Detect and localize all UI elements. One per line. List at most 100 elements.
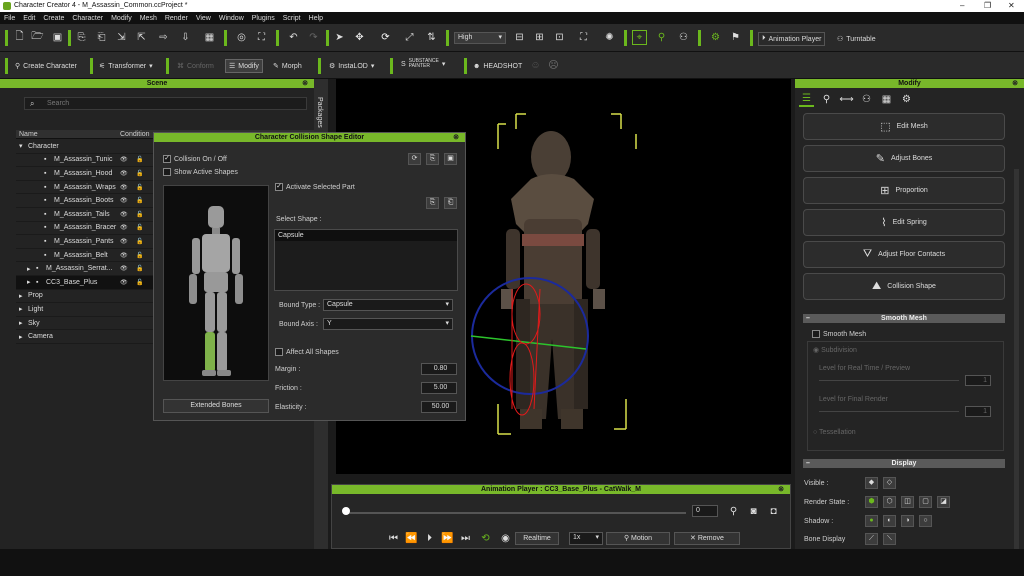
eye-icon[interactable]: 👁 bbox=[120, 184, 128, 191]
face-icon[interactable]: ☺ bbox=[528, 58, 543, 73]
lock-icon[interactable]: 🔓 bbox=[136, 279, 143, 286]
camera-record-icon[interactable]: ◙ bbox=[746, 504, 761, 519]
timeline-track[interactable] bbox=[346, 512, 686, 514]
tab-bone-icon[interactable]: ⟷ bbox=[839, 92, 854, 107]
conform-button[interactable]: ⌘ Conform bbox=[174, 59, 217, 73]
bound-type-dropdown[interactable]: Capsule ▾ bbox=[323, 299, 453, 311]
scene-tree-row[interactable]: ▪ M_Assassin_Bracer 👁 🔓 bbox=[16, 222, 154, 236]
tab-checker-icon[interactable]: ▦ bbox=[879, 92, 894, 107]
elasticity-input[interactable]: 50.00 bbox=[421, 401, 457, 413]
export-icon[interactable]: ⎗ bbox=[94, 30, 109, 45]
scene-tree-row[interactable]: ▪ M_Assassin_Belt 👁 🔓 bbox=[16, 249, 154, 263]
instalod-button[interactable]: ⚙ InstaLOD ▾ bbox=[326, 59, 377, 73]
close-icon[interactable]: ⊗ bbox=[302, 79, 308, 88]
eye-icon[interactable]: 👁 bbox=[120, 279, 128, 286]
close-icon[interactable]: ⊗ bbox=[778, 485, 784, 494]
menu-character[interactable]: Character bbox=[72, 15, 103, 22]
new-file-icon[interactable]: 🗋 bbox=[12, 30, 27, 45]
prev-frame-icon[interactable]: ⏪ bbox=[404, 531, 419, 546]
save-icon[interactable]: ▣ bbox=[444, 153, 457, 165]
eye-icon[interactable]: 👁 bbox=[120, 197, 128, 204]
render-icon[interactable]: ▦ bbox=[202, 30, 217, 45]
scene-tree-row[interactable]: ▪ M_Assassin_Boots 👁 🔓 bbox=[16, 194, 154, 208]
lvl-final-input[interactable]: 1 bbox=[965, 406, 991, 417]
render-box-icon[interactable]: ▢ bbox=[919, 496, 932, 508]
load-icon[interactable]: ⎘ bbox=[426, 153, 439, 165]
scene-tree-row[interactable]: ▪ M_Assassin_Tunic 👁 🔓 bbox=[16, 154, 154, 168]
expand-arrow-icon[interactable]: ▸ bbox=[19, 333, 28, 341]
substance-painter-button[interactable]: S SUBSTANCE PAINTER ▾ bbox=[398, 57, 448, 71]
tab-gear-icon[interactable]: ⚙ bbox=[899, 92, 914, 107]
modify-action-button[interactable]: ⌇ Edit Spring bbox=[803, 209, 1005, 236]
scene-tree-row[interactable]: ▪ M_Assassin_Tails 👁 🔓 bbox=[16, 208, 154, 222]
lvl-realtime-input[interactable]: 1 bbox=[965, 375, 991, 386]
menu-edit[interactable]: Edit bbox=[23, 15, 35, 22]
shadow-receive-icon[interactable]: ◐ bbox=[883, 515, 896, 527]
turntable-button[interactable]: ⚇ Turntable bbox=[834, 32, 879, 46]
scene-tree-row[interactable]: ▪ M_Assassin_Hood 👁 🔓 bbox=[16, 167, 154, 181]
render-solid-icon[interactable]: ⬢ bbox=[865, 496, 878, 508]
modify-action-button[interactable]: ⊞ Proportion bbox=[803, 177, 1005, 204]
scene-tree-row[interactable]: ▸ Light bbox=[16, 303, 154, 317]
scene-tree-row[interactable]: ▸ Sky bbox=[16, 317, 154, 331]
close-button[interactable]: ✕ bbox=[1008, 1, 1015, 10]
walk-icon[interactable]: ⚲ bbox=[726, 504, 741, 519]
render-smooth-icon[interactable]: ⬡ bbox=[883, 496, 896, 508]
menu-help[interactable]: Help bbox=[309, 15, 323, 22]
save-icon[interactable]: ▣ bbox=[50, 30, 65, 45]
eye-icon[interactable]: 👁 bbox=[120, 156, 128, 163]
refresh-icon[interactable]: ⟳ bbox=[408, 153, 421, 165]
export-options-icon[interactable]: ⇩ bbox=[178, 30, 193, 45]
search-box[interactable]: ⌕ Search bbox=[24, 97, 307, 110]
friction-input[interactable]: 5.00 bbox=[421, 382, 457, 394]
menu-script[interactable]: Script bbox=[283, 15, 301, 22]
column-name[interactable]: Name bbox=[19, 131, 38, 138]
create-character-button[interactable]: ⚲ Create Character bbox=[12, 59, 80, 73]
shape-list-item[interactable]: Capsule bbox=[275, 230, 457, 241]
visible-off-icon[interactable]: ◇ bbox=[883, 477, 896, 489]
gear-cluster-icon[interactable]: ⚙ bbox=[708, 30, 723, 45]
scene-tree-row[interactable]: ▪ M_Assassin_Pants 👁 🔓 bbox=[16, 235, 154, 249]
lock-icon[interactable]: 🔓 bbox=[136, 156, 143, 163]
eye-icon[interactable]: 👁 bbox=[120, 224, 128, 231]
lock-icon[interactable]: 🔓 bbox=[136, 170, 143, 177]
tab-morph-icon[interactable]: ⚇ bbox=[859, 92, 874, 107]
pose-icon[interactable]: ⚲ bbox=[654, 30, 669, 45]
morph-button[interactable]: ✎ Morph bbox=[270, 59, 305, 73]
motion-button[interactable]: ⚲ Motion bbox=[606, 532, 670, 545]
transformer-button[interactable]: ⚟ Transformer ▾ bbox=[96, 59, 156, 73]
eye-icon[interactable]: 👁 bbox=[120, 170, 128, 177]
shadow-cast-icon[interactable]: ● bbox=[865, 515, 878, 527]
lock-icon[interactable]: 🔓 bbox=[136, 224, 143, 231]
collision-onoff-checkbox[interactable]: ✓ Collision On / Off bbox=[163, 155, 227, 163]
rotate-icon[interactable]: ⟳ bbox=[378, 30, 393, 45]
lock-icon[interactable]: 🔓 bbox=[136, 252, 143, 259]
gizmo-mode-icon[interactable]: ⌖ bbox=[632, 30, 647, 45]
camera-fit-icon[interactable]: ⊟ bbox=[512, 30, 527, 45]
lock-icon[interactable]: 🔓 bbox=[136, 265, 143, 272]
send-icon[interactable]: ⇨ bbox=[156, 30, 171, 45]
menu-plugins[interactable]: Plugins bbox=[252, 15, 275, 22]
flag-icon[interactable]: ⚑ bbox=[728, 30, 743, 45]
menu-modify[interactable]: Modify bbox=[111, 15, 132, 22]
scene-tree-row[interactable]: ▸ Prop bbox=[16, 290, 154, 304]
bound-axis-dropdown[interactable]: Y ▾ bbox=[323, 318, 453, 330]
expand-arrow-icon[interactable]: ▸ bbox=[19, 305, 28, 313]
lock-icon[interactable]: 🔓 bbox=[136, 197, 143, 204]
modify-button[interactable]: ☰ Modify bbox=[225, 59, 263, 73]
capture-icon[interactable]: ◘ bbox=[766, 504, 781, 519]
modify-action-button[interactable]: ⬚ Edit Mesh bbox=[803, 113, 1005, 140]
menu-window[interactable]: Window bbox=[219, 15, 244, 22]
head-icon[interactable]: ☹ bbox=[546, 58, 561, 73]
smooth-mesh-section-header[interactable]: – Smooth Mesh bbox=[803, 314, 1005, 323]
timeline-playhead[interactable] bbox=[342, 507, 350, 515]
smooth-mesh-checkbox[interactable]: Smooth Mesh bbox=[812, 330, 866, 338]
maximize-button[interactable]: ❐ bbox=[984, 1, 991, 10]
menu-view[interactable]: View bbox=[196, 15, 211, 22]
import-icon[interactable]: ⎘ bbox=[74, 30, 89, 45]
lock-icon[interactable]: 🔓 bbox=[136, 211, 143, 218]
bone-show-icon[interactable]: ⟋ bbox=[865, 533, 878, 545]
speaker-icon[interactable]: ◉ bbox=[498, 531, 513, 546]
export-obj-icon[interactable]: ⇱ bbox=[134, 30, 149, 45]
lock-icon[interactable]: 🔓 bbox=[136, 184, 143, 191]
